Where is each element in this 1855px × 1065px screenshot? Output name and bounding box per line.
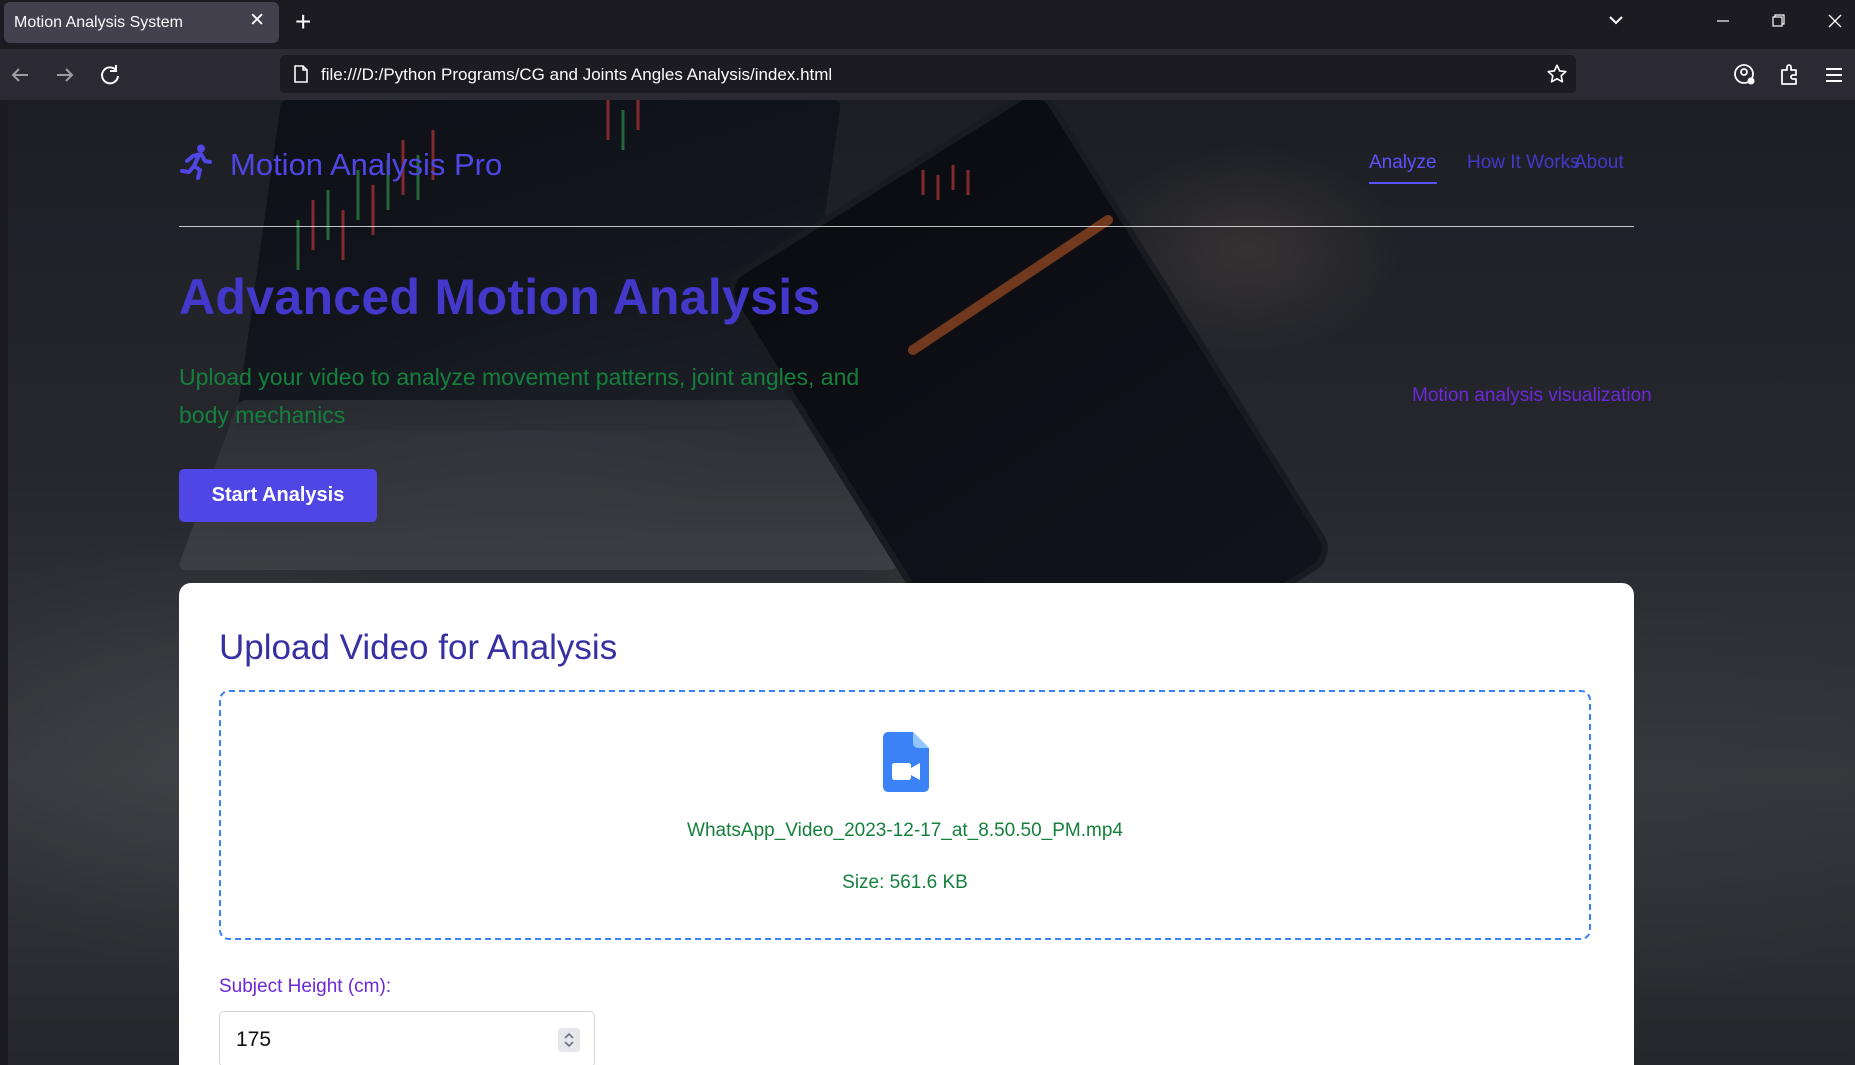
hero-image-alt-text: Motion analysis visualization [1412,385,1652,406]
subject-height-value: 175 [236,1028,272,1051]
video-file-icon [883,732,929,797]
active-nav-indicator [1369,182,1437,184]
page-viewport: Motion Analysis Pro Analyze How It Works… [8,100,1855,1065]
url-text: file:///D:/Python Programs/CG and Joints… [321,65,833,84]
selected-file-name: WhatsApp_Video_2023-12-17_at_8.50.50_PM.… [687,820,1123,841]
browser-tab-bar: Motion Analysis System ✕ + [0,0,1855,49]
video-dropzone[interactable]: WhatsApp_Video_2023-12-17_at_8.50.50_PM.… [219,690,1591,940]
back-arrow-icon[interactable] [6,61,34,89]
brand-name[interactable]: Motion Analysis Pro [230,147,502,183]
restore-icon[interactable] [1758,6,1798,36]
extensions-icon[interactable] [1776,61,1804,89]
account-icon[interactable] [1731,61,1759,89]
header-divider [179,226,1634,227]
new-tab-icon[interactable]: + [295,7,311,37]
tab-close-icon[interactable]: ✕ [249,11,265,31]
minimize-icon[interactable] [1703,6,1743,36]
number-spinner-icon[interactable] [558,1028,580,1052]
start-analysis-button[interactable]: Start Analysis [179,469,377,522]
forward-arrow-icon[interactable] [51,61,79,89]
browser-tab[interactable]: Motion Analysis System ✕ [4,2,279,43]
nav-link-analyze[interactable]: Analyze [1369,152,1437,174]
selected-file-size: Size: 561.6 KB [842,872,968,893]
nav-link-how-it-works[interactable]: How It Works [1467,152,1580,174]
upload-card: Upload Video for Analysis WhatsApp_Video… [179,583,1634,1065]
address-bar[interactable]: file:///D:/Python Programs/CG and Joints… [280,55,1576,93]
window-close-icon[interactable] [1815,6,1855,36]
hamburger-menu-icon[interactable] [1820,61,1848,89]
hero-title: Advanced Motion Analysis [179,269,821,325]
subject-height-label: Subject Height (cm): [219,976,392,997]
page-icon [292,64,310,89]
hero-subtitle: Upload your video to analyze movement pa… [179,364,860,428]
nav-link-about[interactable]: About [1574,152,1624,174]
list-all-tabs-icon[interactable] [1606,10,1626,35]
subject-height-input[interactable]: 175 [219,1011,595,1065]
browser-toolbar: file:///D:/Python Programs/CG and Joints… [0,49,1855,100]
bookmark-star-icon[interactable] [1546,63,1568,90]
upload-section-title: Upload Video for Analysis [219,628,618,667]
running-person-icon [179,144,213,185]
tab-title: Motion Analysis System [14,14,183,31]
reload-icon[interactable] [96,61,124,89]
site-header: Motion Analysis Pro Analyze How It Works… [179,128,1634,192]
